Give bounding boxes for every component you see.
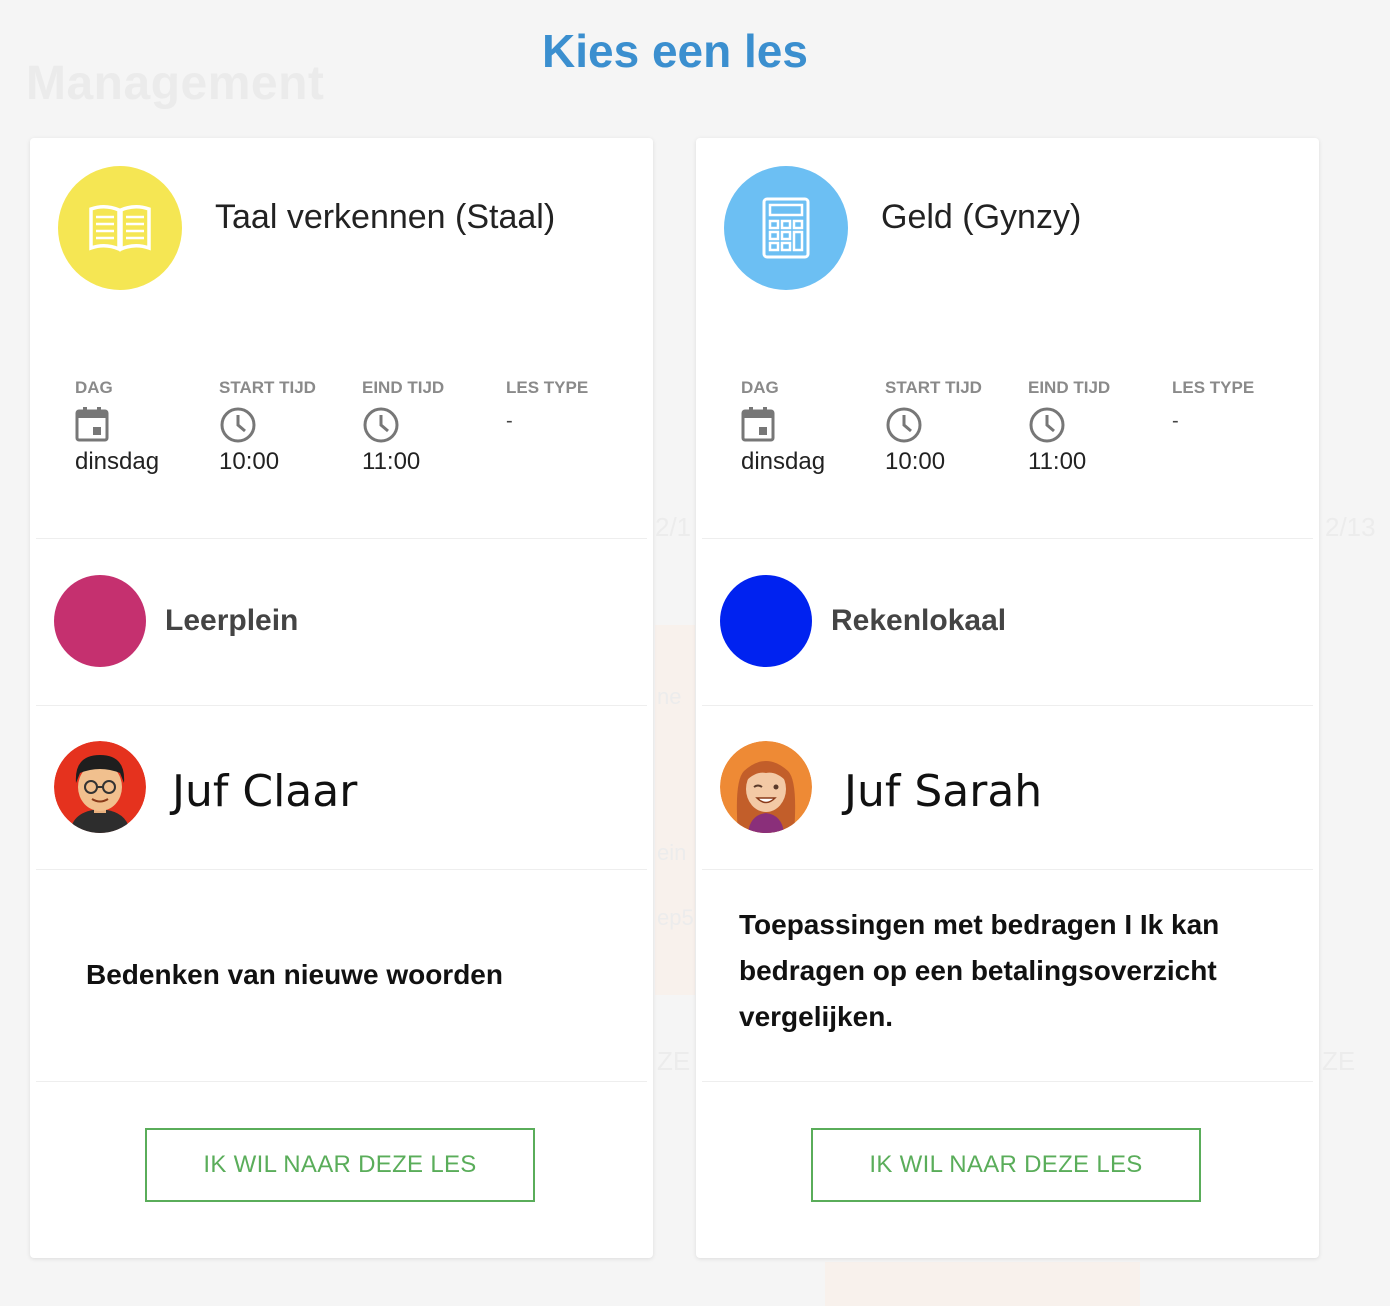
join-lesson-button[interactable]: IK WIL NAAR DEZE LES (811, 1128, 1201, 1202)
room-color-dot (54, 575, 146, 667)
background-ghost-text: ne (657, 684, 682, 709)
end-label: EIND TIJD (1028, 378, 1111, 397)
divider (702, 705, 1313, 706)
clock-icon (885, 406, 1025, 444)
teacher-name: Juf Claar (172, 766, 358, 817)
room-name: Rekenlokaal (831, 604, 1007, 637)
calendar-icon (741, 406, 881, 444)
lesson-description: Bedenken van nieuwe woorden (86, 959, 503, 990)
room-color-dot (720, 575, 812, 667)
end-value: 11:00 (362, 448, 421, 475)
start-label: START TIJD (885, 378, 982, 397)
clock-icon (362, 406, 502, 444)
lesson-description: Toepassingen met bedragen I Ik kan bedra… (739, 909, 1220, 1032)
lesson-card: Taal verkennen (Staal) DAG dinsdag START… (30, 138, 653, 1258)
modal-title: Kies een les (542, 25, 808, 77)
start-value: 10:00 (219, 448, 280, 475)
background-panel (825, 1262, 1140, 1306)
type-label: LES TYPE (1172, 378, 1255, 397)
calendar-icon (75, 406, 215, 444)
type-label: LES TYPE (506, 378, 589, 397)
clock-icon (219, 406, 359, 444)
background-ghost-text: 2/1 (655, 512, 692, 542)
info-start: START TIJD 10:00 (219, 378, 359, 476)
end-value: 11:00 (1028, 448, 1087, 475)
day-value: dinsdag (75, 448, 160, 475)
day-value: dinsdag (741, 448, 826, 475)
background-panel (655, 625, 695, 995)
background-ghost-text: ep5 (657, 905, 694, 930)
subject-title: Geld (Gynzy) (881, 198, 1082, 236)
open-book-icon (89, 205, 151, 252)
subject-icon-circle (724, 166, 848, 290)
info-end: EIND TIJD 11:00 (1028, 378, 1168, 476)
divider (702, 869, 1313, 870)
info-end: EIND TIJD 11:00 (362, 378, 502, 476)
background-ghost-text: 2/13 (1325, 512, 1376, 542)
teacher-avatar (54, 741, 146, 833)
start-label: START TIJD (219, 378, 316, 397)
subject-title: Taal verkennen (Staal) (215, 198, 556, 236)
start-value: 10:00 (885, 448, 946, 475)
info-start: START TIJD 10:00 (885, 378, 1025, 476)
type-value: - (506, 410, 513, 432)
info-day: DAG dinsdag (75, 378, 215, 476)
room-name: Leerplein (165, 604, 299, 637)
background-ghost-text: ZE (657, 1046, 691, 1076)
end-label: EIND TIJD (362, 378, 445, 397)
divider (36, 538, 647, 539)
calculator-icon (762, 197, 810, 259)
type-value: - (1172, 410, 1179, 432)
divider (702, 538, 1313, 539)
divider (36, 869, 647, 870)
info-type: LES TYPE - (1172, 378, 1312, 433)
background-ghost-text: ein (657, 840, 687, 865)
divider (36, 1081, 647, 1082)
day-label: DAG (741, 378, 779, 397)
teacher-name: Juf Sarah (844, 766, 1043, 817)
subject-icon-circle (58, 166, 182, 290)
info-type: LES TYPE - (506, 378, 646, 433)
clock-icon (1028, 406, 1168, 444)
join-lesson-button[interactable]: IK WIL NAAR DEZE LES (145, 1128, 535, 1202)
divider (702, 1081, 1313, 1082)
day-label: DAG (75, 378, 113, 397)
teacher-avatar (720, 741, 812, 833)
lesson-card: Geld (Gynzy) DAG dinsdag START TIJD 10:0… (696, 138, 1319, 1258)
background-ghost-text: ZE (1322, 1046, 1356, 1076)
divider (36, 705, 647, 706)
info-day: DAG dinsdag (741, 378, 881, 476)
